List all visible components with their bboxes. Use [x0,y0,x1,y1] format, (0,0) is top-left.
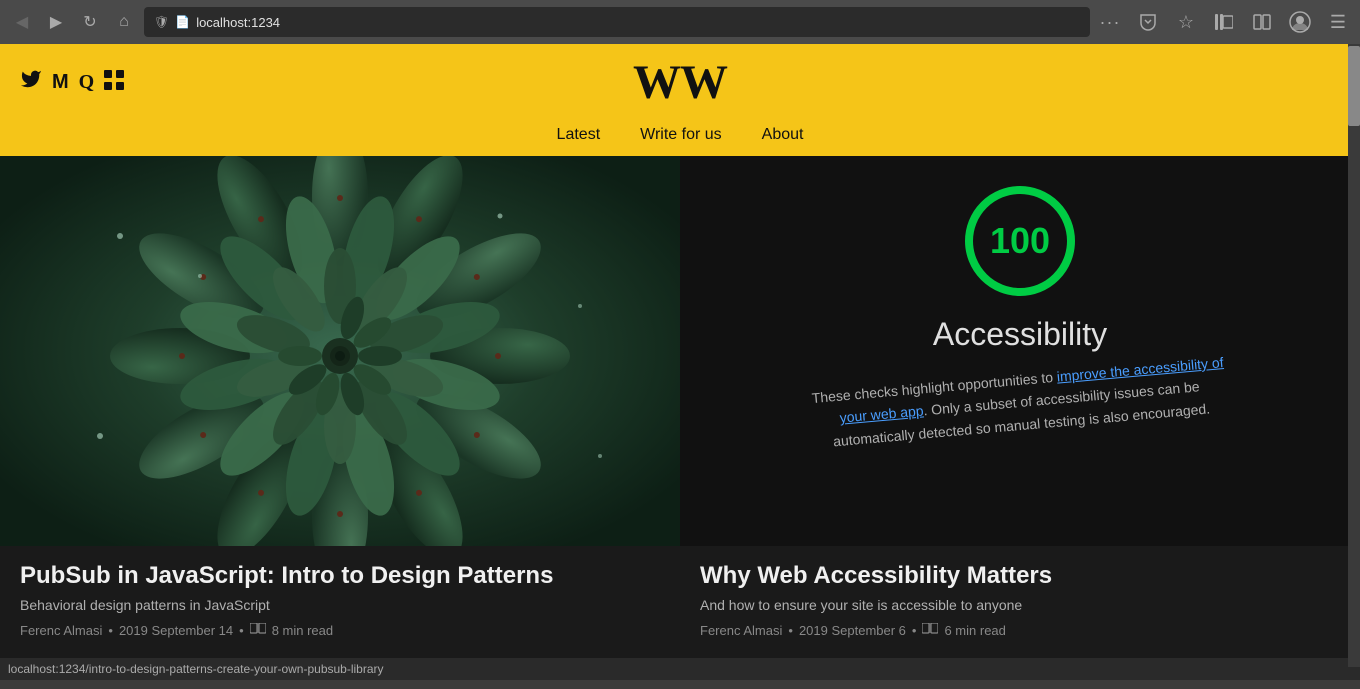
a11y-link[interactable]: improve the accessibility of [1056,354,1224,385]
site-header: M Q WW Latest Write for us About [0,44,1360,156]
nav-link-latest[interactable]: Latest [557,126,601,144]
post-title-pubsub: PubSub in JavaScript: Intro to Design Pa… [20,562,660,591]
post-date-pubsub: 2019 September 14 [119,623,233,638]
status-bar: localhost:1234/intro-to-design-patterns-… [0,658,1360,680]
shield-icon: 🛡 [154,15,169,30]
post-image-accessibility: 100 Accessibility These checks highlight… [680,156,1360,546]
a11y-link2[interactable]: your web app [839,403,924,426]
nav-link-write[interactable]: Write for us [640,126,722,144]
medium-icon[interactable]: M [52,71,69,94]
library-button[interactable] [1210,8,1238,36]
post-meta-pubsub: Ferenc Almasi • 2019 September 14 • 8 mi… [20,623,660,638]
post-info-pubsub: PubSub in JavaScript: Intro to Design Pa… [0,546,680,658]
nav-link-about[interactable]: About [762,126,804,144]
scrollbar[interactable] [1348,44,1360,667]
browser-toolbar: ◀ ▶ ↻ ⌂ 🛡 📄 localhost:1234 ··· ☆ ☰ [0,0,1360,44]
posts-grid: PubSub in JavaScript: Intro to Design Pa… [0,156,1360,658]
post-author-pubsub: Ferenc Almasi [20,623,102,638]
lighthouse-score: 100 [990,220,1050,262]
page-icon: 📄 [175,15,190,30]
bookmark-button[interactable]: ☆ [1172,8,1200,36]
refresh-button[interactable]: ↻ [76,8,104,36]
meta-dot-1: • [108,623,113,638]
post-meta-accessibility: Ferenc Almasi • 2019 September 6 • 6 min… [700,623,1340,638]
post-info-accessibility: Why Web Accessibility Matters And how to… [680,546,1360,658]
post-author-accessibility: Ferenc Almasi [700,623,782,638]
post-subtitle-pubsub: Behavioral design patterns in JavaScript [20,597,660,613]
accessibility-title: Accessibility [933,316,1107,353]
meta-dot-2: • [239,623,244,638]
meta-dot-4: • [912,623,917,638]
scrollbar-thumb[interactable] [1348,46,1360,126]
forward-button[interactable]: ▶ [42,8,70,36]
book-icon-2 [922,623,938,638]
post-card-pubsub[interactable]: PubSub in JavaScript: Intro to Design Pa… [0,156,680,658]
quora-icon[interactable]: Q [79,71,95,94]
accessibility-body: These checks highlight opportunities to … [771,348,1268,458]
post-subtitle-accessibility: And how to ensure your site is accessibl… [700,597,1340,613]
website-content: M Q WW Latest Write for us About [0,44,1360,658]
twitter-icon[interactable] [20,68,42,96]
squares-icon[interactable] [104,70,124,95]
more-button[interactable]: ··· [1096,8,1124,36]
profile-button[interactable] [1286,8,1314,36]
site-title: WW [633,55,727,110]
social-icons: M Q [20,68,124,96]
meta-dot-3: • [788,623,793,638]
post-date-accessibility: 2019 September 6 [799,623,906,638]
url-text: localhost:1234 [196,15,1080,30]
lighthouse-circle: 100 [965,186,1075,296]
book-icon [250,623,266,638]
post-title-accessibility: Why Web Accessibility Matters [700,562,1340,591]
status-url: localhost:1234/intro-to-design-patterns-… [8,662,384,676]
post-read-time-pubsub: 8 min read [272,623,333,638]
reader-view-button[interactable] [1248,8,1276,36]
toolbar-right: ··· ☆ ☰ [1096,8,1352,36]
post-read-time-accessibility: 6 min read [944,623,1005,638]
home-button[interactable]: ⌂ [110,8,138,36]
post-card-accessibility[interactable]: 100 Accessibility These checks highlight… [680,156,1360,658]
address-bar[interactable]: 🛡 📄 localhost:1234 [144,7,1090,37]
back-button[interactable]: ◀ [8,8,36,36]
pocket-button[interactable] [1134,8,1162,36]
menu-button[interactable]: ☰ [1324,8,1352,36]
site-nav: Latest Write for us About [20,116,1340,156]
post-image-pubsub [0,156,680,546]
